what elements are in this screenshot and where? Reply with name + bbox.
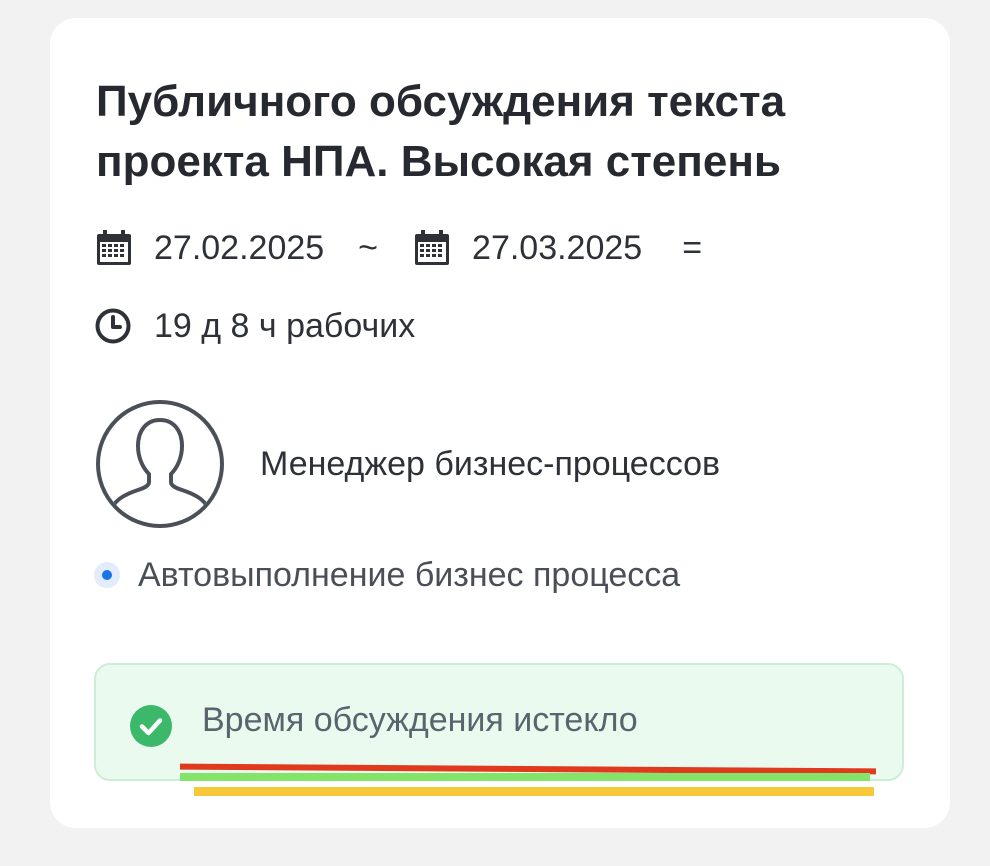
- range-separator: ~: [358, 228, 379, 267]
- assignee-name: Менеджер бизнес-процессов: [260, 444, 721, 483]
- calendar-icon: [94, 228, 134, 268]
- check-circle-icon: [130, 705, 172, 747]
- user-avatar-icon: [94, 398, 226, 530]
- status-text: Автовыполнение бизнес процесса: [138, 555, 681, 594]
- underline-yellow: [194, 787, 874, 796]
- date-range: 27.02.2025 ~ 27.03.2025 =: [94, 223, 702, 273]
- process-status: Автовыполнение бизнес процесса: [94, 550, 680, 600]
- calendar-icon: [412, 228, 452, 268]
- assignee: Менеджер бизнес-процессов: [94, 398, 720, 530]
- start-date: 27.02.2025: [154, 228, 325, 267]
- clock-icon: [94, 307, 132, 345]
- task-card: Публичного обсуждения текста проекта НПА…: [50, 18, 950, 828]
- task-title: Публичного обсуждения текста проекта НПА…: [96, 77, 786, 186]
- duration-text: 19 д 8 ч рабочих: [154, 306, 416, 345]
- equals-sign: =: [682, 228, 703, 267]
- status-dot-icon: [94, 562, 120, 588]
- end-date: 27.03.2025: [472, 228, 643, 267]
- duration: 19 д 8 ч рабочих: [94, 301, 415, 351]
- alert-message: Время обсуждения истекло: [202, 701, 638, 739]
- underline-green: [180, 773, 870, 781]
